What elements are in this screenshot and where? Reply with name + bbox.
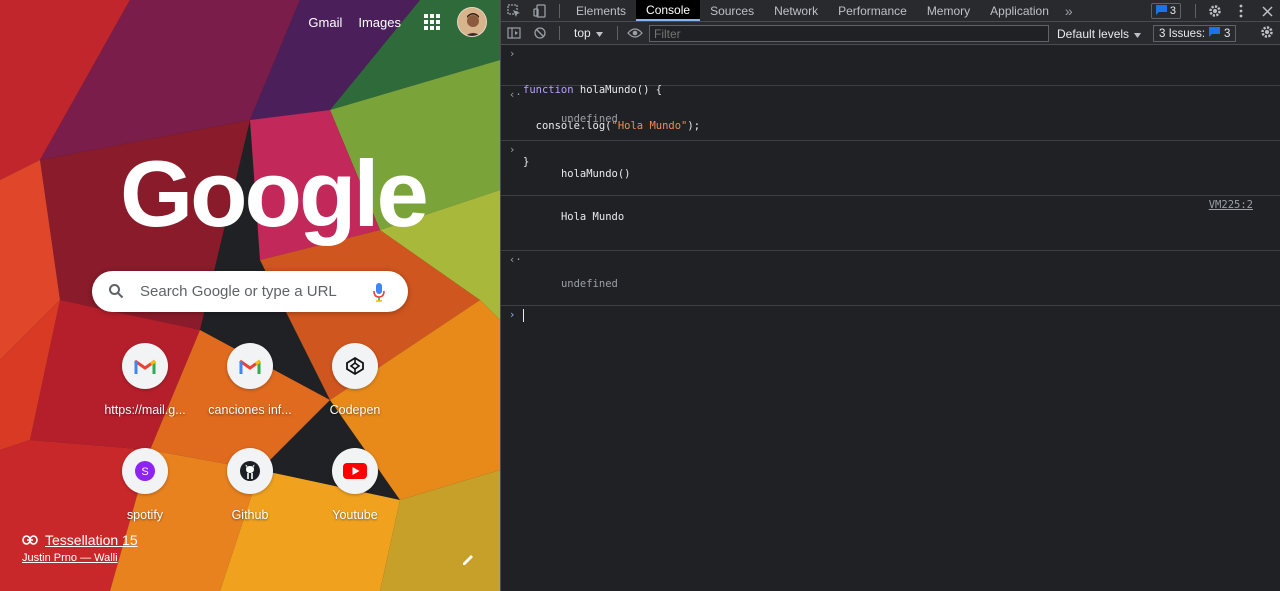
tab-memory[interactable]: Memory (917, 0, 980, 21)
tab-performance[interactable]: Performance (828, 0, 917, 21)
log-levels-label: Default levels (1057, 26, 1130, 41)
input-chevron-icon: › (509, 144, 516, 156)
tabbar-right-controls: 3 (1150, 0, 1280, 22)
tabbar-separator (1195, 4, 1196, 18)
message-icon (1209, 27, 1221, 40)
search-placeholder: Search Google or type a URL (140, 283, 337, 300)
inspect-element-icon[interactable] (501, 0, 527, 21)
customize-pencil-icon[interactable] (460, 552, 476, 573)
console-input-entry[interactable]: › holaMundo() (501, 141, 1280, 196)
search-box[interactable]: Search Google or type a URL (92, 271, 408, 312)
context-value: top (574, 26, 591, 40)
shortcut-label: canciones inf... (208, 403, 292, 417)
attribution-title-row[interactable]: Tessellation 15 (22, 532, 138, 548)
tab-application[interactable]: Application (980, 0, 1059, 21)
issues-count: 3 (1224, 27, 1231, 40)
devtools-tabbar: Elements Console Sources Network Perform… (501, 0, 1280, 22)
shortcut-label: Github (231, 508, 269, 522)
tab-console[interactable]: Console (636, 0, 701, 21)
more-tabs-chevron-icon[interactable]: » (1059, 0, 1079, 21)
shortcut-label: spotify (126, 508, 164, 522)
code-text: holaMundo() (560, 168, 631, 180)
shortcut-tile[interactable]: Github (197, 448, 303, 548)
input-chevron-icon: › (509, 48, 516, 60)
message-icon (1155, 4, 1167, 18)
result-arrow-icon: ‹· (509, 254, 522, 266)
issues-label: 3 Issues: (1159, 27, 1206, 40)
text-caret (523, 309, 524, 322)
link-icon (22, 532, 38, 548)
context-selector[interactable]: top (566, 26, 611, 40)
issues-badge[interactable]: 3 (1150, 3, 1181, 19)
result-arrow-icon: ‹· (509, 89, 522, 101)
ntp-header: Gmail Images (308, 0, 500, 44)
attribution-title[interactable]: Tessellation 15 (45, 532, 138, 548)
console-toolbar: top Default levels 3 Issues: 3 (501, 22, 1280, 45)
tab-network[interactable]: Network (764, 0, 828, 21)
tab-elements[interactable]: Elements (566, 0, 636, 21)
issues-badge-count: 3 (1169, 5, 1176, 17)
gmail-icon (227, 343, 273, 389)
letter-s-glyph: S (141, 466, 148, 478)
console-result-entry: ‹· undefined (501, 86, 1280, 141)
console-filter-input[interactable] (649, 25, 1049, 42)
close-devtools-icon[interactable] (1254, 5, 1280, 17)
youtube-icon (332, 448, 378, 494)
log-source-link[interactable]: VM225:2 (1209, 199, 1253, 211)
settings-gear-icon[interactable] (1202, 4, 1228, 18)
live-expression-eye-icon[interactable] (624, 28, 646, 38)
issues-button[interactable]: 3 Issues: 3 (1153, 25, 1237, 42)
prompt-chevron-icon: › (509, 309, 516, 321)
github-icon (227, 448, 273, 494)
console-settings-gear-icon[interactable] (1260, 25, 1274, 44)
shortcut-label: Youtube (332, 508, 378, 522)
sidebar-toggle-icon[interactable] (501, 27, 527, 39)
new-tab-page: Gmail Images Google Search Google or typ… (0, 0, 500, 591)
images-link[interactable]: Images (358, 15, 401, 30)
log-text: Hola Mundo (560, 211, 625, 223)
devtools-panel: Elements Console Sources Network Perform… (500, 0, 1280, 591)
codepen-icon (332, 343, 378, 389)
tab-sources[interactable]: Sources (700, 0, 764, 21)
dropdown-arrow-icon (1134, 27, 1142, 41)
shortcut-tile[interactable]: Codepen (302, 343, 408, 443)
console-log-entry: Hola Mundo VM225:2 (501, 196, 1280, 251)
dropdown-arrow-icon (595, 26, 603, 40)
tabbar-separator (559, 3, 560, 18)
clear-console-icon[interactable] (527, 27, 553, 39)
console-output: › function holaMundo() { console.log("Ho… (501, 45, 1280, 324)
background-attribution: Tessellation 15 Justin Prno — Walli (22, 532, 138, 564)
microphone-icon[interactable] (372, 282, 386, 307)
result-value: undefined (560, 113, 618, 125)
gmail-link[interactable]: Gmail (308, 15, 342, 30)
shortcut-label: https://mail.g... (104, 403, 186, 417)
console-input-entry[interactable]: › function holaMundo() { console.log("Ho… (501, 45, 1280, 168)
result-value: undefined (560, 278, 618, 290)
kebab-menu-icon[interactable] (1228, 4, 1254, 18)
toolbar-separator (616, 26, 618, 40)
log-levels-dropdown[interactable]: Default levels (1057, 22, 1142, 45)
console-prompt-input[interactable]: › (501, 306, 1280, 324)
shortcut-tile[interactable]: canciones inf... (197, 343, 303, 443)
attribution-author[interactable]: Justin Prno — Walli (22, 552, 138, 564)
gmail-icon (122, 343, 168, 389)
shortcut-tile[interactable]: Youtube (302, 448, 408, 548)
letter-s-icon: S (122, 448, 168, 494)
device-toolbar-icon[interactable] (527, 0, 553, 21)
shortcut-label: Codepen (329, 403, 381, 417)
account-avatar[interactable] (457, 7, 487, 37)
console-result-entry: ‹· undefined (501, 251, 1280, 306)
search-icon (108, 283, 124, 304)
google-apps-icon[interactable] (417, 7, 447, 37)
toolbar-separator (559, 26, 560, 40)
google-logo: Google (120, 141, 429, 246)
shortcut-tile[interactable]: https://mail.g... (92, 343, 198, 443)
